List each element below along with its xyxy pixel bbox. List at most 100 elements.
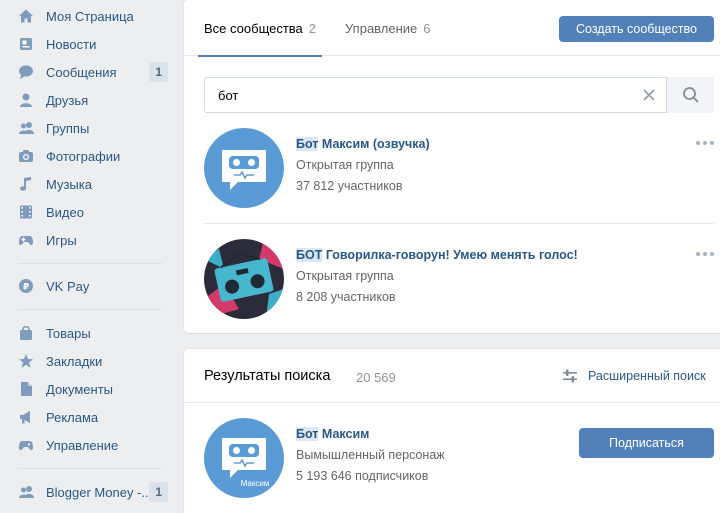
community-name-link[interactable]: Бот Максим <box>296 427 369 441</box>
community-avatar[interactable]: Максим <box>204 418 284 498</box>
sidebar-item-manage[interactable]: Управление <box>10 431 170 459</box>
sidebar-item-label: Blogger Money -.. <box>46 484 149 500</box>
home-icon <box>18 8 34 24</box>
sidebar-divider <box>18 309 162 310</box>
photos-icon <box>18 148 34 164</box>
sidebar-item-friends[interactable]: Друзья <box>10 86 170 114</box>
messages-icon <box>18 64 34 80</box>
more-options-icon[interactable] <box>694 247 716 257</box>
search-highlight: Бот <box>296 137 319 151</box>
sidebar-item-label: Фотографии <box>46 148 121 164</box>
sidebar-divider <box>18 263 162 264</box>
friends-icon <box>18 92 34 108</box>
clear-icon[interactable] <box>640 86 658 104</box>
filter-sliders-icon <box>563 369 577 383</box>
search-highlight: БОТ <box>296 248 323 262</box>
communities-panel: Все сообщества 2 Управление 6 Создать со… <box>184 0 720 333</box>
community-name-link[interactable]: БОТ Говорилка-говорун! Умею менять голос… <box>296 248 578 262</box>
sidebar-item-groups[interactable]: Группы <box>10 114 170 142</box>
sidebar-item-label: Музыка <box>46 176 92 192</box>
more-options-icon[interactable] <box>694 136 716 146</box>
games-icon <box>18 232 34 248</box>
sidebar-item-label: VK Pay <box>46 278 90 294</box>
search-input[interactable] <box>206 79 636 111</box>
notification-badge: 1 <box>149 482 168 502</box>
sidebar-divider <box>18 468 162 469</box>
community-members: 8 208 участников <box>296 290 396 304</box>
advanced-search-label: Расширенный поиск <box>588 369 706 383</box>
market-icon <box>18 325 34 341</box>
sidebar-item-vk-pay[interactable]: ₽ VK Pay <box>10 272 170 300</box>
sidebar-item-video[interactable]: Видео <box>10 198 170 226</box>
tabs-bar: Все сообщества 2 Управление 6 Создать со… <box>184 0 720 57</box>
groups-icon <box>18 120 34 136</box>
sidebar-item-label: Товары <box>46 325 91 341</box>
search-button[interactable] <box>666 77 714 113</box>
sidebar-item-label: Документы <box>46 381 114 397</box>
tab-count: 2 <box>308 20 317 36</box>
music-icon <box>18 176 34 192</box>
documents-icon <box>18 381 34 397</box>
search-box <box>204 77 714 113</box>
community-followers: 5 193 646 подписчиков <box>296 469 429 483</box>
svg-text:₽: ₽ <box>23 283 29 293</box>
tab-manage[interactable]: Управление 6 <box>345 0 431 56</box>
unread-badge: 1 <box>149 62 168 82</box>
community-name-rest: Максим (озвучка) <box>318 137 430 151</box>
community-row: БОТ Говорилка-говорун! Умею менять голос… <box>204 239 714 319</box>
community-type: Открытая группа <box>296 269 394 283</box>
sidebar-item-bookmarks[interactable]: Закладки <box>10 347 170 375</box>
tab-label: Все сообщества <box>204 20 303 36</box>
search-results-header: Результаты поиска 20 569 Расширенный пои… <box>184 349 720 403</box>
community-type: Вымышленный персонаж <box>296 448 445 462</box>
tab-all-communities[interactable]: Все сообщества 2 <box>197 0 323 57</box>
search-results-panel: Результаты поиска 20 569 Расширенный пои… <box>184 349 720 513</box>
advanced-search-link[interactable]: Расширенный поиск <box>562 365 706 387</box>
community-type: Открытая группа <box>296 158 394 172</box>
sidebar-item-label: Видео <box>46 204 84 220</box>
search-icon <box>682 87 699 103</box>
sidebar-item-label: Закладки <box>46 353 103 369</box>
sidebar-item-photos[interactable]: Фотографии <box>10 142 170 170</box>
sidebar-item-news[interactable]: Новости <box>10 30 170 58</box>
bookmarks-icon <box>18 353 34 369</box>
sidebar-item-messages[interactable]: Сообщения 1 <box>10 58 170 86</box>
sidebar-item-label: Игры <box>46 232 77 248</box>
sidebar-item-blogger-money[interactable]: Blogger Money -.. 1 <box>10 478 170 506</box>
row-divider <box>204 223 714 224</box>
sidebar-item-label: Сообщения <box>46 64 117 80</box>
sidebar-item-my-page[interactable]: Моя Страница <box>10 2 170 30</box>
community-name-link[interactable]: Бот Максим (озвучка) <box>296 137 430 151</box>
search-results-count: 20 569 <box>356 370 396 385</box>
news-icon <box>18 36 34 52</box>
left-sidebar: Моя Страница Новости Сообщения 1 Друзья … <box>0 0 172 513</box>
ads-icon <box>18 409 34 425</box>
community-name-rest: Говорилка-говорун! Умею менять голос! <box>322 248 578 262</box>
video-icon <box>18 204 34 220</box>
sidebar-item-games[interactable]: Игры <box>10 226 170 254</box>
sidebar-item-documents[interactable]: Документы <box>10 375 170 403</box>
subscribe-button[interactable]: Подписаться <box>579 428 714 458</box>
community-name-rest: Максим <box>318 427 370 441</box>
sidebar-item-label: Группы <box>46 120 90 136</box>
community-avatar[interactable] <box>204 239 284 319</box>
community-members: 37 812 участников <box>296 179 403 193</box>
community-row: Бот Максим (озвучка) Открытая группа 37 … <box>204 128 714 208</box>
vkpay-icon: ₽ <box>18 278 34 294</box>
sidebar-item-label: Моя Страница <box>46 8 134 24</box>
sidebar-item-market[interactable]: Товары <box>10 319 170 347</box>
sidebar-item-label: Управление <box>46 437 119 453</box>
avatar-caption: Максим <box>241 479 270 488</box>
community-icon <box>18 484 34 500</box>
sidebar-item-label: Реклама <box>46 409 99 425</box>
sidebar-item-music[interactable]: Музыка <box>10 170 170 198</box>
create-community-button[interactable]: Создать сообщество <box>559 16 714 42</box>
community-avatar[interactable] <box>204 128 284 208</box>
search-highlight: Бот <box>296 427 319 441</box>
search-results-title: Результаты поиска <box>204 368 331 384</box>
tab-count: 6 <box>423 20 431 36</box>
tab-label: Управление <box>345 20 418 36</box>
gamepad-icon <box>18 437 34 453</box>
sidebar-item-label: Друзья <box>46 92 89 108</box>
sidebar-item-ads[interactable]: Реклама <box>10 403 170 431</box>
